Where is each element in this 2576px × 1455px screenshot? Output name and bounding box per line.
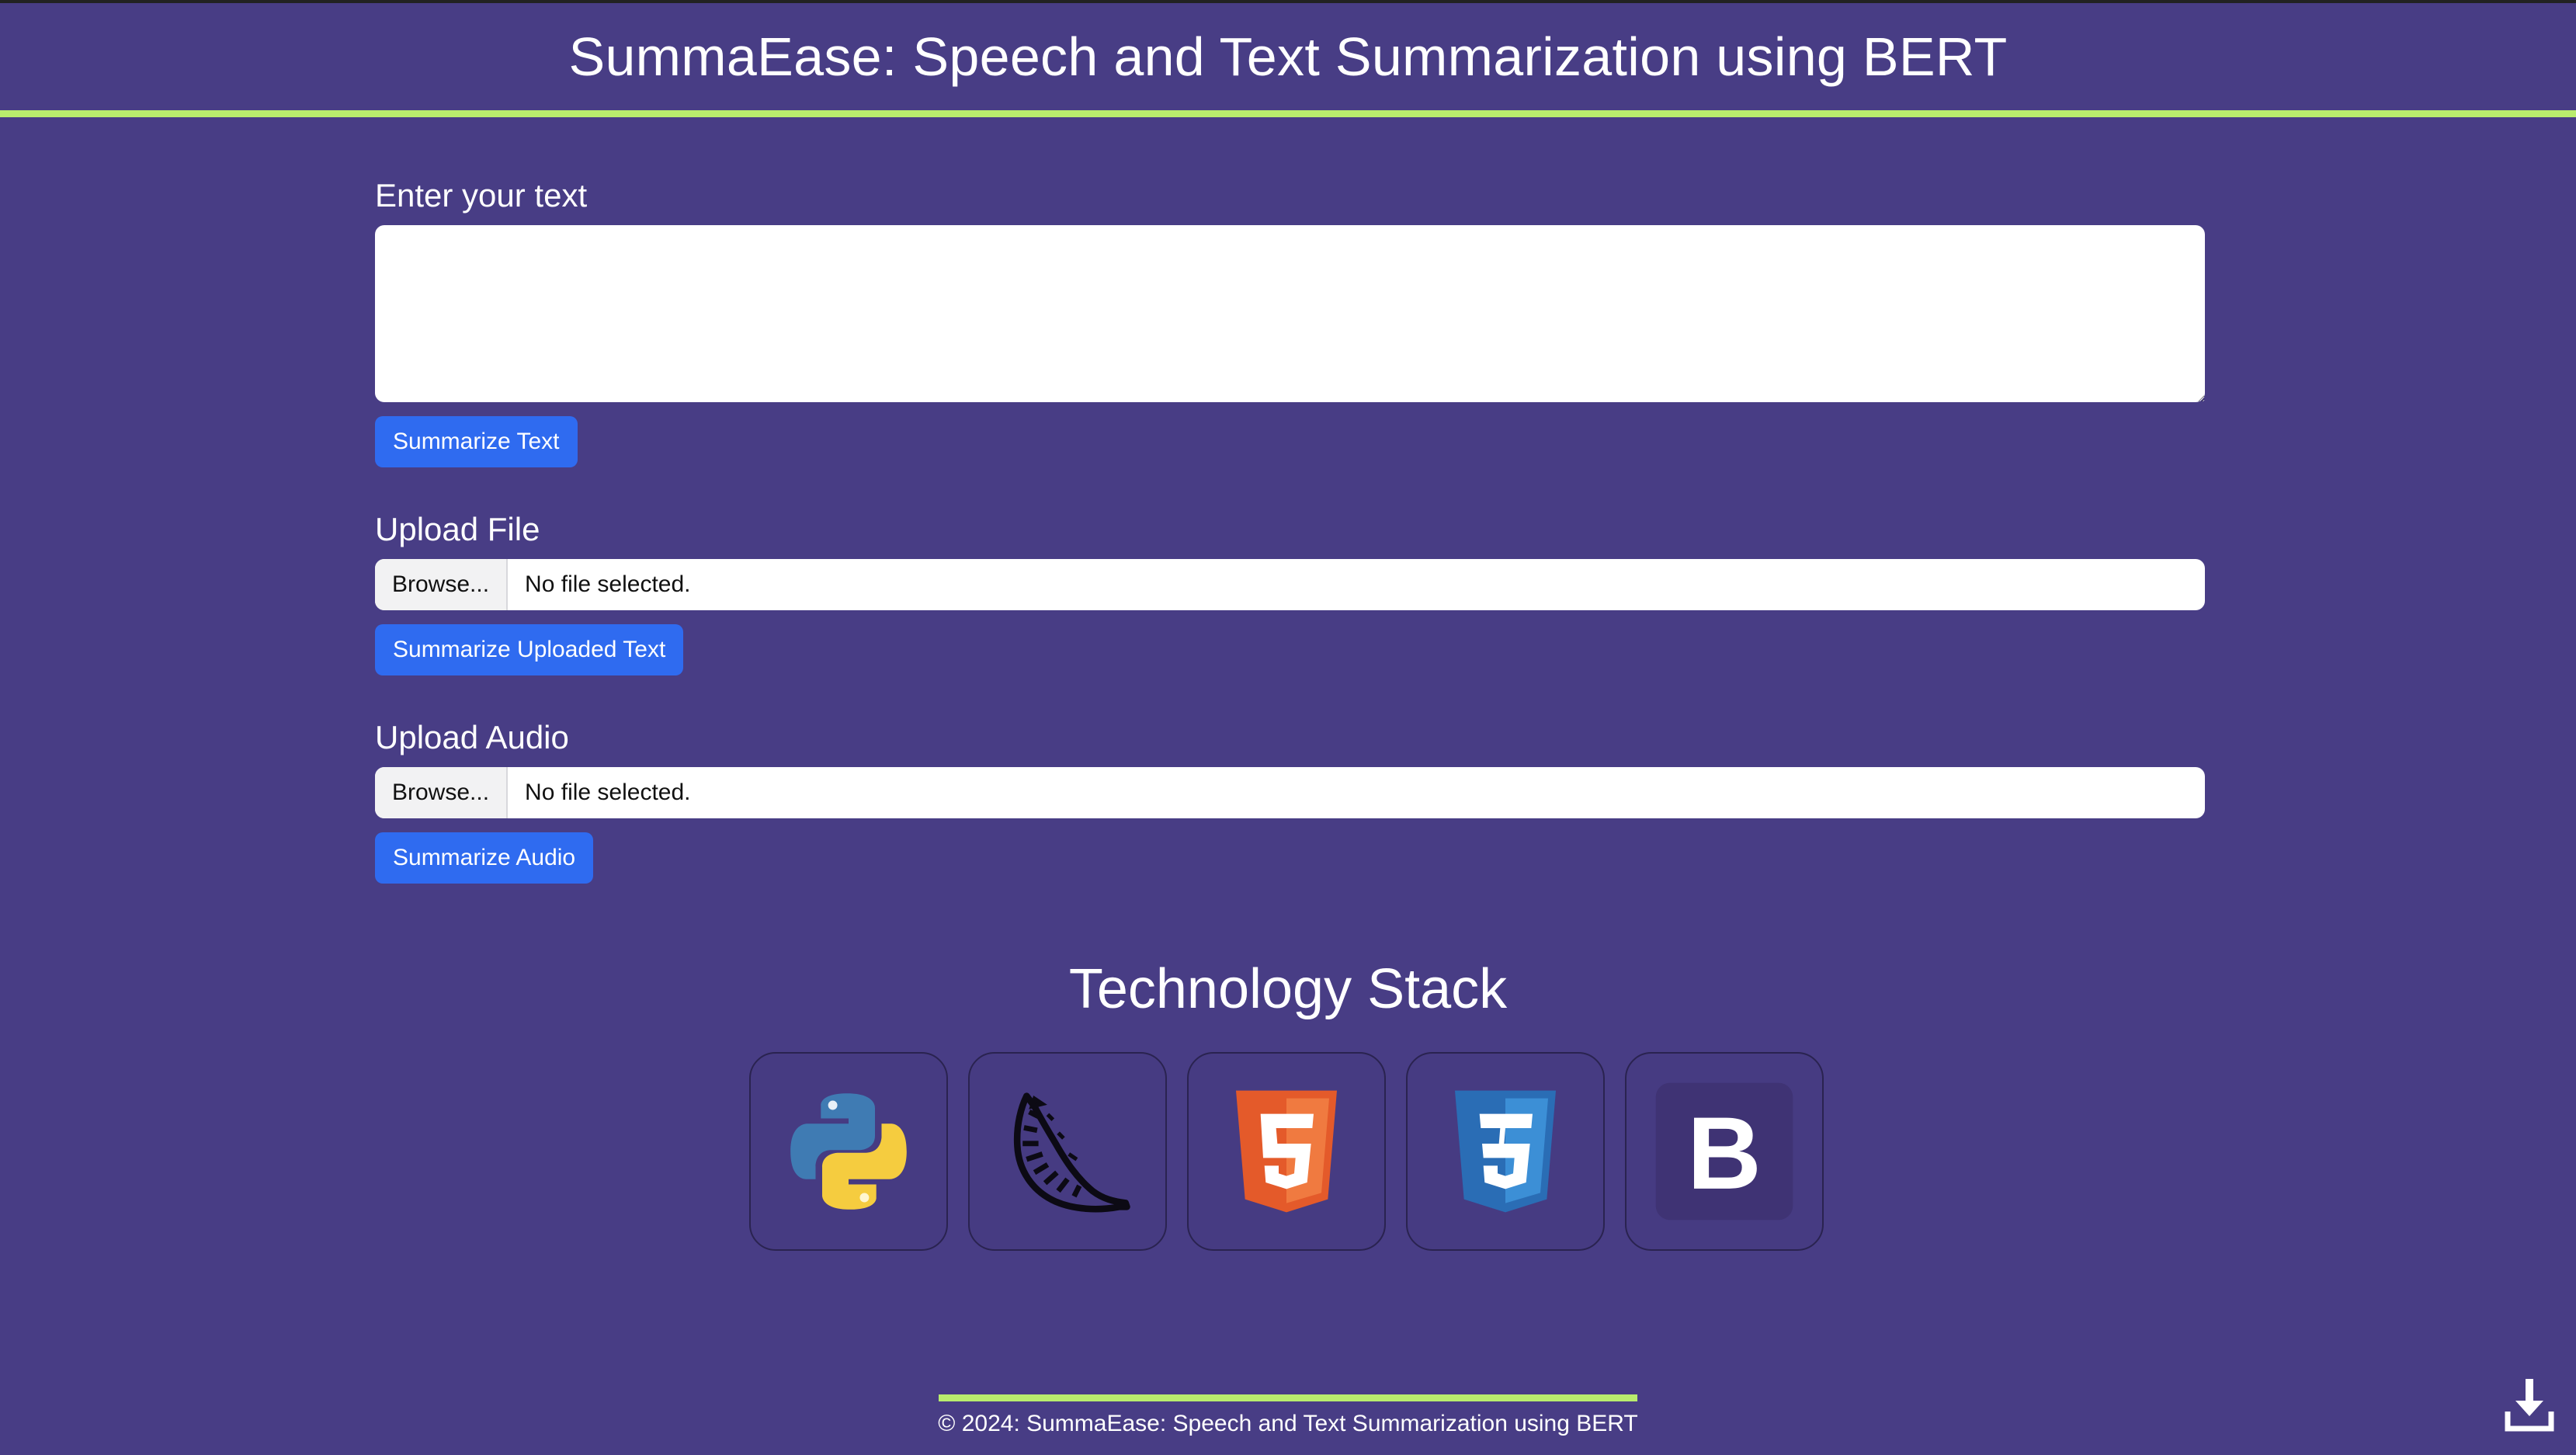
tech-card-bootstrap: B [1625,1052,1824,1251]
page-title: SummaEase: Speech and Text Summarization… [568,26,2008,87]
summarize-text-button[interactable]: Summarize Text [375,416,578,467]
footer-divider [939,1394,1637,1401]
file-status-text: No file selected. [525,571,691,597]
page-header: SummaEase: Speech and Text Summarization… [0,3,2576,117]
tech-card-css3 [1406,1052,1605,1251]
text-input[interactable] [375,225,2205,402]
html5-logo-icon [1236,1090,1337,1213]
summarize-audio-button[interactable]: Summarize Audio [375,832,594,884]
tech-stack-title: Technology Stack [1068,958,1508,1020]
file-section-label: Upload File [375,511,540,547]
tech-card-python [749,1052,948,1251]
tech-card-html5 [1187,1052,1386,1251]
tech-card-flask [968,1052,1167,1251]
footer: © 2024: SummaEase: Speech and Text Summa… [0,1394,2576,1437]
text-section-label: Enter your text [375,177,588,214]
bootstrap-glyph: B [1687,1096,1762,1211]
download-icon[interactable] [2505,1377,2554,1432]
footer-copyright: © 2024: SummaEase: Speech and Text Summa… [938,1411,1638,1436]
bootstrap-logo-icon: B [1655,1082,1793,1221]
main-form: Enter your text Summarize Text Upload Fi… [375,175,2205,884]
audio-status-text: No file selected. [525,780,691,805]
audio-browse-button[interactable]: Browse... [375,767,509,818]
file-section: Upload File Browse... No file selected. … [375,509,2205,675]
audio-upload-input[interactable]: Browse... No file selected. [375,767,2205,818]
file-browse-button[interactable]: Browse... [375,559,509,610]
css3-logo-icon [1455,1090,1556,1213]
audio-section: Upload Audio Browse... No file selected.… [375,717,2205,884]
audio-section-label: Upload Audio [375,719,569,755]
tech-stack-row: B [749,1052,1824,1251]
summarize-uploaded-text-button[interactable]: Summarize Uploaded Text [375,624,684,675]
file-upload-input[interactable]: Browse... No file selected. [375,559,2205,610]
python-logo-icon [790,1093,907,1210]
flask-logo-icon [1013,1092,1130,1213]
text-section: Enter your text Summarize Text [375,175,2205,467]
